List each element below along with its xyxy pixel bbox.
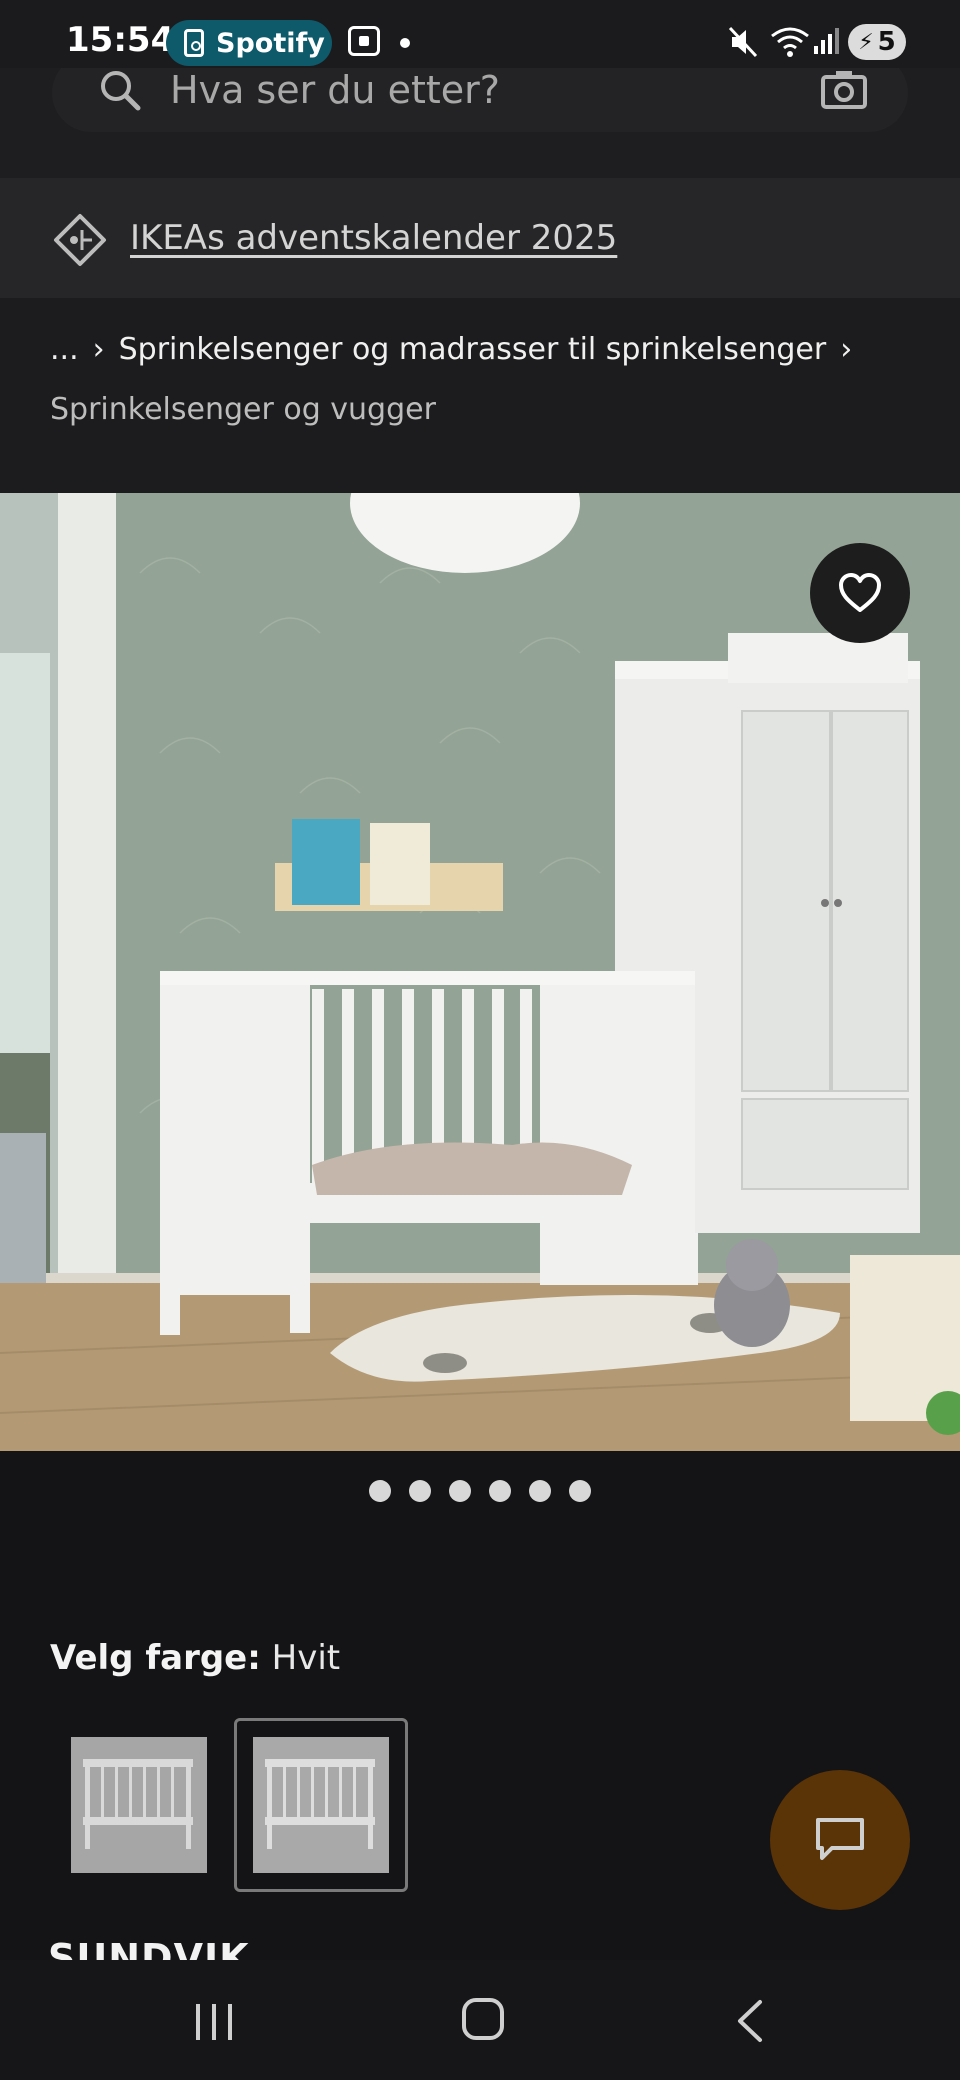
screen-record-icon xyxy=(348,26,380,56)
breadcrumb-ellipsis[interactable]: ... xyxy=(50,332,79,367)
breadcrumb-parent-link[interactable]: Sprinkelsenger og madrasser til sprinkel… xyxy=(119,332,827,367)
favorite-button[interactable] xyxy=(810,543,910,643)
status-bar: 15:54 Spotify ⚡ 5 xyxy=(0,0,960,68)
battery-level: 5 xyxy=(877,27,896,57)
color-select-label: Velg farge: Hvit xyxy=(50,1638,340,1678)
home-icon[interactable] xyxy=(462,1998,504,2040)
carousel-pagination xyxy=(0,1480,960,1502)
carousel-dot[interactable] xyxy=(529,1480,551,1502)
mute-icon xyxy=(728,26,758,58)
heart-icon xyxy=(839,573,881,612)
chat-button[interactable] xyxy=(770,1770,910,1910)
carousel-dot[interactable] xyxy=(569,1480,591,1502)
camera-icon[interactable] xyxy=(820,68,868,110)
chevron-right-icon: › xyxy=(840,332,853,367)
color-label-prefix: Velg farge: xyxy=(50,1638,261,1678)
breadcrumb-path: ... › Sprinkelsenger og madrasser til sp… xyxy=(50,332,852,367)
spotify-label: Spotify xyxy=(216,27,325,59)
recents-icon[interactable] xyxy=(192,2002,236,2042)
price-tag-icon xyxy=(54,214,106,266)
product-image-carousel[interactable] xyxy=(0,493,960,1451)
notification-dot-icon xyxy=(400,38,410,48)
carousel-dot[interactable] xyxy=(369,1480,391,1502)
system-nav-bar xyxy=(0,1960,960,2080)
status-time: 15:54 xyxy=(66,20,175,60)
color-swatch-option-selected[interactable] xyxy=(234,1718,408,1892)
spotify-icon xyxy=(184,29,204,57)
search-icon xyxy=(101,71,141,111)
chat-bubble-icon xyxy=(816,1818,864,1860)
advent-calendar-link[interactable]: IKEAs adventskalender 2025 xyxy=(130,218,617,258)
chevron-right-icon: › xyxy=(92,332,105,367)
search-placeholder: Hva ser du etter? xyxy=(170,68,500,112)
promo-banner: IKEAs adventskalender 2025 xyxy=(0,178,960,298)
breadcrumb: ... › Sprinkelsenger og madrasser til sp… xyxy=(0,298,960,493)
carousel-dot[interactable] xyxy=(449,1480,471,1502)
product-room-image xyxy=(0,493,960,1451)
selected-color-value: Hvit xyxy=(271,1638,341,1678)
breadcrumb-current[interactable]: Sprinkelsenger og vugger xyxy=(50,392,436,427)
color-swatch-option[interactable] xyxy=(52,1718,226,1892)
signal-icon xyxy=(814,28,839,54)
back-icon[interactable] xyxy=(730,1998,770,2044)
spotify-media-chip[interactable]: Spotify xyxy=(166,20,332,66)
carousel-dot[interactable] xyxy=(489,1480,511,1502)
crib-thumbnail-white xyxy=(253,1737,389,1873)
wifi-icon xyxy=(771,27,809,57)
carousel-dot[interactable] xyxy=(409,1480,431,1502)
battery-indicator: ⚡ 5 xyxy=(848,24,906,60)
battery-charging-icon: ⚡ xyxy=(858,29,874,55)
crib-thumbnail-grey xyxy=(71,1737,207,1873)
